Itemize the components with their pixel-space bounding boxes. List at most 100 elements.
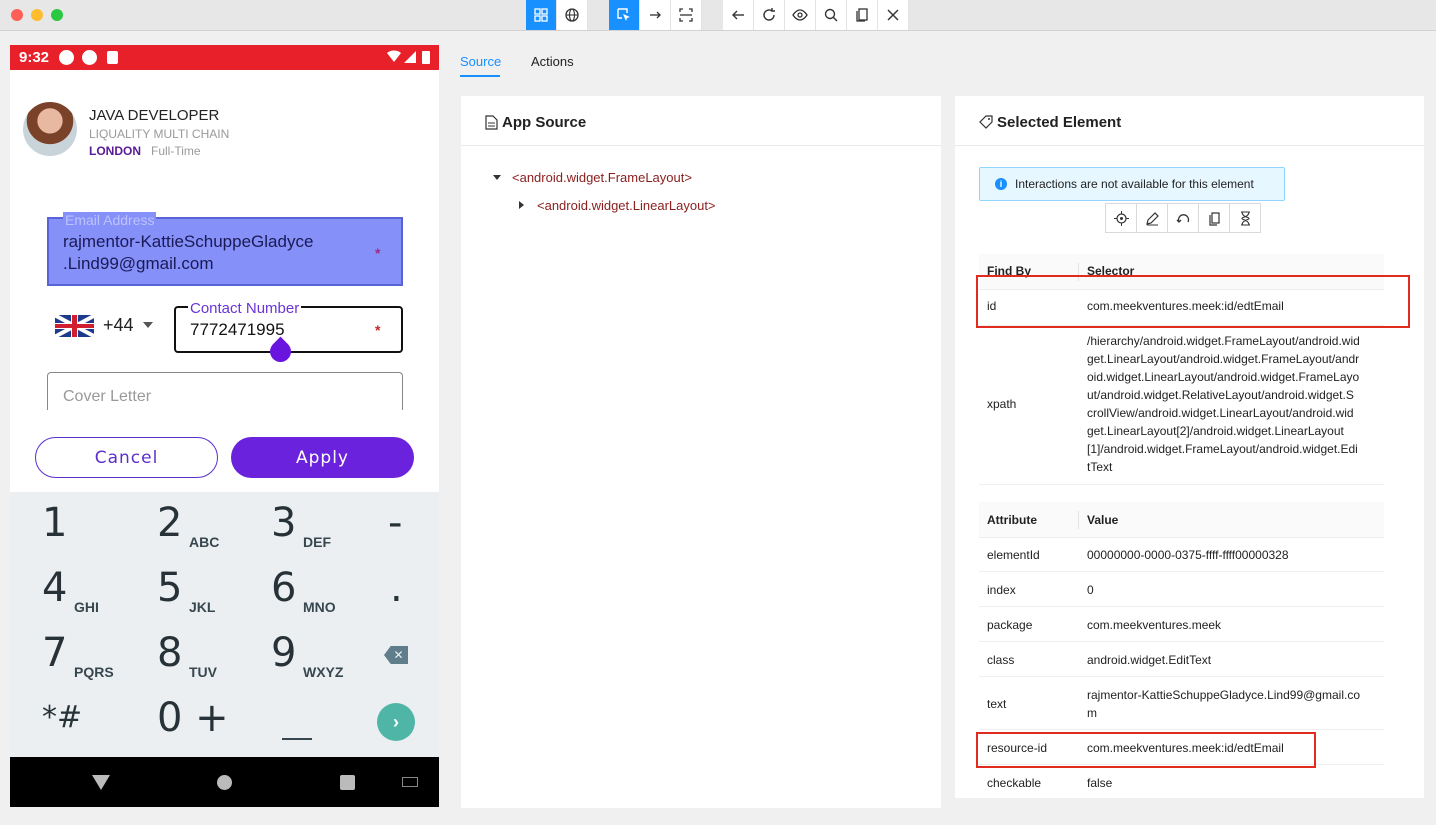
back-button[interactable] — [723, 0, 754, 30]
crosshair-icon — [1113, 210, 1129, 226]
attr-value[interactable]: 00000000-0000-0375-ffff-ffff00000328 — [1087, 546, 1289, 564]
key-5[interactable]: 5 JKL — [157, 565, 257, 625]
show-attributes-button[interactable] — [785, 0, 816, 30]
xpath-value[interactable]: /hierarchy/android.widget.FrameLayout/an… — [1087, 332, 1382, 476]
nav-home-icon[interactable] — [217, 775, 232, 790]
app-notification-icon — [82, 50, 97, 65]
caret-down-icon[interactable] — [493, 175, 501, 180]
scan-icon — [679, 8, 693, 22]
signal-battery-icon — [387, 50, 430, 64]
avatar — [23, 102, 77, 156]
key-8[interactable]: 8 TUV — [157, 630, 257, 690]
undo-icon — [1176, 213, 1189, 223]
email-value-line1: rajmentor-KattieSchuppeGladyce — [63, 232, 314, 251]
close-window-button[interactable] — [11, 9, 23, 21]
attr-value[interactable]: com.meekventures.meek — [1087, 616, 1221, 634]
swipe-button[interactable] — [640, 0, 671, 30]
key-3[interactable]: 3 DEF — [271, 500, 371, 560]
eye-icon — [792, 9, 808, 21]
key-star-hash[interactable]: *# — [42, 700, 142, 760]
clear-button[interactable] — [1167, 203, 1199, 233]
attr-key: text — [987, 697, 1007, 711]
tab-source[interactable]: Source — [460, 54, 501, 69]
quit-session-button[interactable] — [878, 0, 909, 30]
key-dot[interactable]: . — [390, 565, 439, 625]
key-7[interactable]: 7 PQRS — [42, 630, 142, 690]
key-9[interactable]: 9 WXYZ — [271, 630, 371, 690]
key-2[interactable]: 2 ABC — [157, 500, 257, 560]
timing-button[interactable] — [1229, 203, 1261, 233]
panel-divider — [461, 145, 941, 146]
highlight-box-resource-id — [976, 732, 1316, 768]
key-4[interactable]: 4 GHI — [42, 565, 142, 625]
window-toolbar — [0, 0, 1436, 31]
select-elements-button[interactable] — [609, 0, 640, 30]
attr-value[interactable]: rajmentor-KattieSchuppeGladyce.Lind99@gm… — [1087, 686, 1382, 722]
zoom-window-button[interactable] — [51, 9, 63, 21]
selected-element-title: Selected Element — [997, 114, 1122, 131]
attr-key: elementId — [987, 548, 1040, 562]
attr-key: class — [987, 653, 1015, 667]
swipe-arrow-icon — [650, 11, 661, 19]
status-bar: 9:32 — [10, 45, 439, 70]
refresh-button[interactable] — [754, 0, 785, 30]
key-6[interactable]: 6 MNO — [271, 565, 371, 625]
phone-required-mark: * — [375, 322, 381, 338]
tree-node-framelayout[interactable]: <android.widget.FrameLayout> — [512, 170, 692, 185]
nav-back-icon[interactable] — [92, 775, 110, 790]
file-icon — [485, 115, 498, 130]
hourglass-icon — [1240, 210, 1250, 226]
native-app-mode-button[interactable] — [526, 0, 557, 30]
key-dash[interactable]: - — [388, 500, 439, 560]
attr-value[interactable]: false — [1087, 774, 1112, 792]
job-company: LIQUALITY MULTI CHAIN — [89, 127, 230, 141]
keyboard-icon[interactable] — [402, 777, 418, 787]
panel-divider — [955, 145, 1424, 146]
close-icon — [887, 9, 899, 21]
apply-button[interactable]: Apply — [231, 437, 414, 478]
row-divider — [979, 641, 1384, 642]
row-divider — [979, 571, 1384, 572]
email-value[interactable]: rajmentor-KattieSchuppeGladyce .Lind99@g… — [63, 231, 343, 275]
chevron-down-icon[interactable] — [143, 322, 153, 328]
copy-icon — [1208, 211, 1220, 226]
app-source-title: App Source — [502, 114, 587, 131]
locate-button[interactable] — [1105, 203, 1137, 233]
email-required-mark: * — [375, 245, 381, 261]
email-value-line2: .Lind99@gmail.com — [63, 254, 214, 273]
arrow-left-icon — [732, 10, 744, 20]
web-mode-button[interactable] — [557, 0, 588, 30]
search-icon — [824, 8, 838, 22]
attribute-header: Attribute — [987, 513, 1037, 527]
minimize-window-button[interactable] — [31, 9, 43, 21]
key-0-plus[interactable]: 0 + — [157, 695, 257, 755]
nav-recents-icon[interactable] — [340, 775, 355, 790]
grid-icon — [534, 8, 548, 22]
cover-letter-placeholder: Cover Letter — [63, 388, 152, 405]
row-divider — [979, 676, 1384, 677]
attr-value[interactable]: android.widget.EditText — [1087, 651, 1211, 669]
copy-attributes-button[interactable] — [1198, 203, 1230, 233]
copy-source-button[interactable] — [847, 0, 878, 30]
tag-icon — [979, 115, 993, 129]
contact-number-value[interactable]: 7772471995 — [190, 320, 285, 340]
tree-node-linearlayout[interactable]: <android.widget.LinearLayout> — [537, 198, 716, 213]
key-1[interactable]: 1 — [42, 500, 142, 560]
country-code[interactable]: +44 — [103, 315, 134, 336]
tab-actions[interactable]: Actions — [531, 54, 574, 69]
attr-key: index — [987, 583, 1016, 597]
search-element-button[interactable] — [816, 0, 847, 30]
info-message: Interactions are not available for this … — [1015, 177, 1254, 191]
attr-value[interactable]: 0 — [1087, 581, 1094, 599]
attr-key: checkable — [987, 776, 1042, 790]
caret-right-icon[interactable] — [519, 201, 524, 209]
uk-flag-icon[interactable] — [55, 315, 94, 337]
go-button[interactable]: › — [377, 703, 415, 741]
cancel-button[interactable]: Cancel — [35, 437, 218, 478]
send-keys-button[interactable] — [1136, 203, 1168, 233]
space-key[interactable] — [282, 738, 312, 740]
value-header: Value — [1087, 513, 1119, 527]
tap-coordinates-button[interactable] — [671, 0, 702, 30]
device-screen[interactable]: 9:32 JAVA DEVELOPER LIQUALITY MULTI CHAI… — [10, 45, 439, 807]
email-label: Email Address — [63, 212, 157, 228]
